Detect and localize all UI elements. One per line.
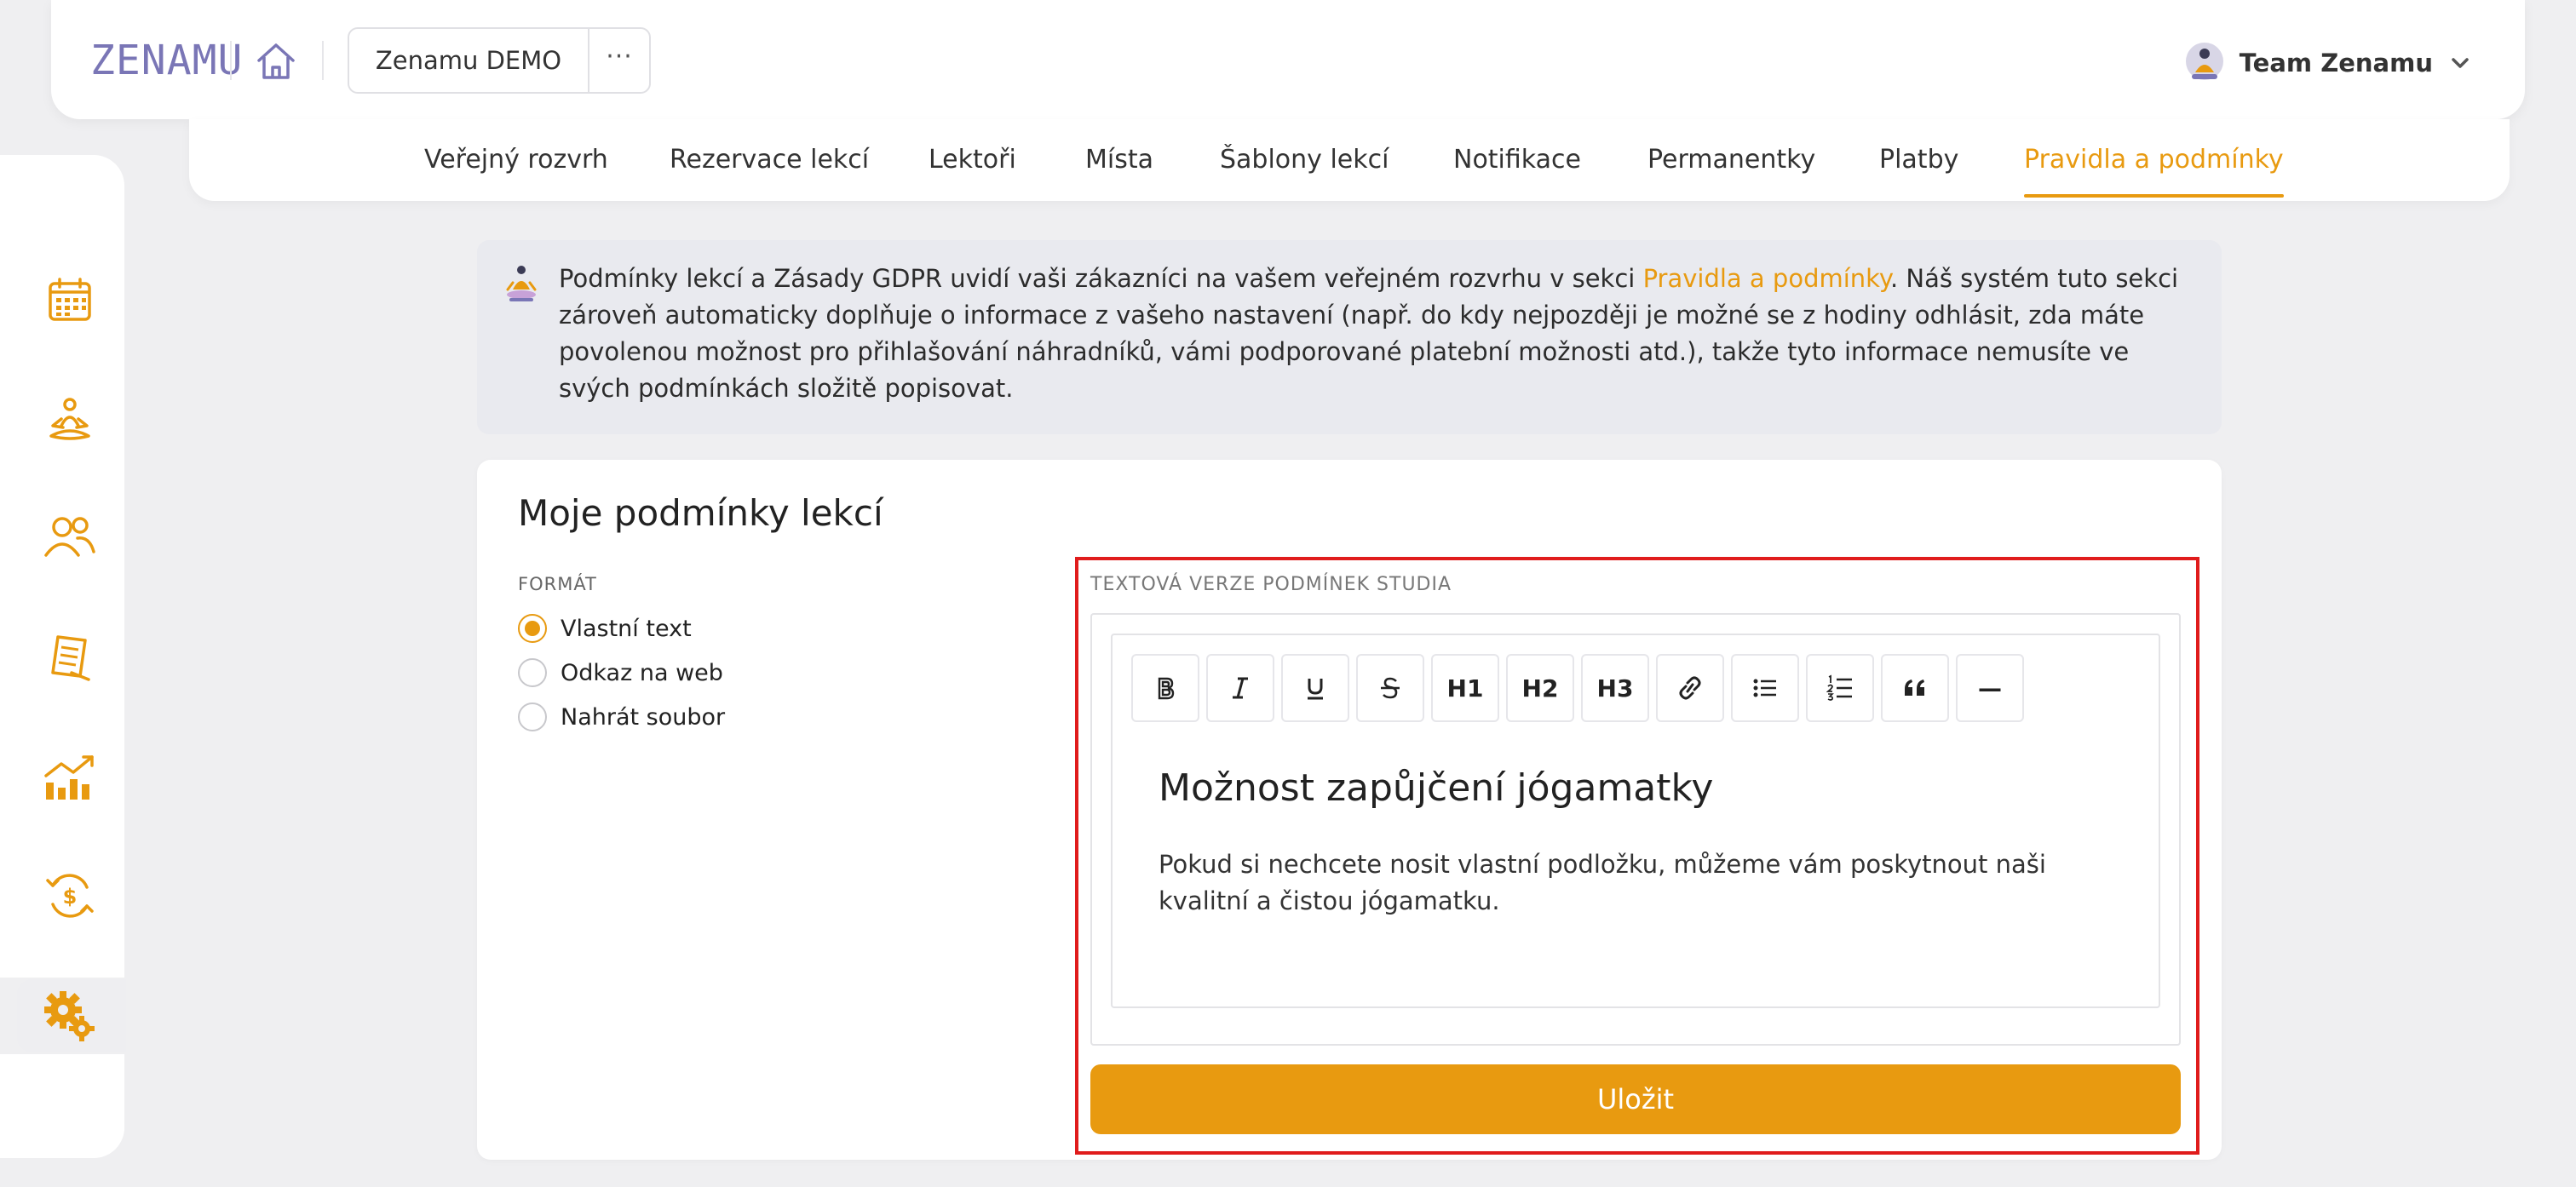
link-button[interactable] [1656, 654, 1724, 722]
tab-lektori[interactable]: Lektoři [929, 119, 1016, 201]
sidebar-item-statistics[interactable] [36, 744, 104, 812]
heading-2-button[interactable]: H2 [1506, 654, 1574, 722]
editor-paragraph[interactable]: Pokud si nechcete nosit vlastní podložku… [1159, 846, 2121, 920]
tab-rezervace-lekci[interactable]: Rezervace lekcí [670, 119, 869, 201]
bullet-list-icon [1753, 679, 1776, 697]
bold-icon [1158, 677, 1175, 700]
italic-icon [1233, 677, 1248, 699]
users-icon [44, 517, 95, 557]
underline-button[interactable] [1281, 654, 1349, 722]
strikethrough-icon [1381, 677, 1400, 699]
format-option-web-link[interactable]: Odkaz na web [518, 656, 723, 690]
heading-1-button[interactable]: H1 [1431, 654, 1499, 722]
radio-custom-text[interactable] [518, 614, 547, 643]
tab-verejny-rozvrh[interactable]: Veřejný rozvrh [424, 119, 608, 201]
svg-text:$: $ [63, 885, 78, 909]
sidebar-item-clients[interactable] [36, 502, 104, 571]
studio-more-button[interactable]: ··· [589, 29, 649, 92]
team-menu[interactable]: Team Zenamu [2185, 37, 2472, 89]
home-icon [257, 43, 295, 79]
team-avatar-icon [2185, 43, 2223, 80]
tab-notifikace[interactable]: Notifikace [1453, 119, 1581, 201]
tab-permanentky[interactable]: Permanentky [1647, 119, 1815, 201]
format-option-custom-text[interactable]: Vlastní text [518, 611, 692, 645]
format-label: FORMÁT [518, 574, 597, 594]
sidebar-item-settings[interactable] [36, 983, 104, 1051]
numbered-list-button[interactable] [1806, 654, 1874, 722]
sidebar-item-calendar[interactable] [36, 266, 104, 334]
bullet-list-button[interactable] [1731, 654, 1799, 722]
blockquote-button[interactable] [1881, 654, 1949, 722]
meditation-icon [49, 398, 90, 440]
bold-button[interactable] [1131, 654, 1199, 722]
chart-icon [44, 755, 94, 800]
tab-sablony-lekci[interactable]: Šablony lekcí [1220, 119, 1389, 201]
sidebar-item-documents[interactable] [36, 623, 104, 691]
radio-label: Odkaz na web [561, 659, 723, 686]
tab-platby[interactable]: Platby [1879, 119, 1958, 201]
rules-link[interactable]: Pravidla a podmínky [1643, 264, 1890, 293]
meditation-figure-icon [504, 264, 538, 303]
radio-web-link[interactable] [518, 658, 547, 687]
radio-label: Vlastní text [561, 615, 692, 642]
sidebar-footer [0, 1054, 124, 1158]
team-name: Team Zenamu [2239, 49, 2433, 77]
editor-heading[interactable]: Možnost zapůjčení jógamatky [1159, 766, 1713, 810]
settings-icon [44, 991, 95, 1041]
home-button[interactable] [250, 36, 302, 87]
info-text-before: Podmínky lekcí a Zásady GDPR uvidí vaši … [559, 264, 1643, 293]
calendar-icon [49, 278, 91, 321]
sidebar-item-lessons[interactable] [36, 387, 104, 455]
strikethrough-button[interactable] [1356, 654, 1424, 722]
radio-upload-file[interactable] [518, 702, 547, 731]
card-title: Moje podmínky lekcí [518, 492, 883, 534]
editor-label: TEXTOVÁ VERZE PODMÍNEK STUDIA [1090, 574, 1452, 595]
payment-icon: $ [46, 874, 94, 918]
numbered-list-icon [1826, 674, 1852, 701]
radio-label: Nahrát soubor [561, 703, 726, 731]
settings-tabs: Veřejný rozvrh Rezervace lekcí Lektoři M… [189, 119, 2510, 201]
info-text: Podmínky lekcí a Zásady GDPR uvidí vaši … [559, 261, 2186, 407]
logo[interactable]: ZENAMU [90, 36, 243, 85]
heading-3-button[interactable]: H3 [1581, 654, 1649, 722]
link-icon [1679, 676, 1701, 700]
document-icon [51, 635, 90, 681]
quote-icon [1905, 680, 1924, 696]
save-button[interactable]: Uložit [1090, 1064, 2181, 1134]
studio-name-button[interactable]: Zenamu DEMO [349, 29, 589, 92]
tab-mista[interactable]: Místa [1085, 119, 1153, 201]
italic-button[interactable] [1206, 654, 1274, 722]
underline-icon [1308, 679, 1323, 700]
sidebar-item-payments[interactable]: $ [36, 862, 104, 930]
format-option-upload-file[interactable]: Nahrát soubor [518, 700, 725, 734]
divider [230, 41, 232, 80]
divider [322, 41, 324, 80]
studio-selector: Zenamu DEMO ··· [348, 27, 651, 94]
chevron-down-icon [2452, 58, 2469, 68]
horizontal-rule-button[interactable]: — [1956, 654, 2024, 722]
tab-pravidla-a-podminky[interactable]: Pravidla a podmínky [2024, 119, 2284, 201]
